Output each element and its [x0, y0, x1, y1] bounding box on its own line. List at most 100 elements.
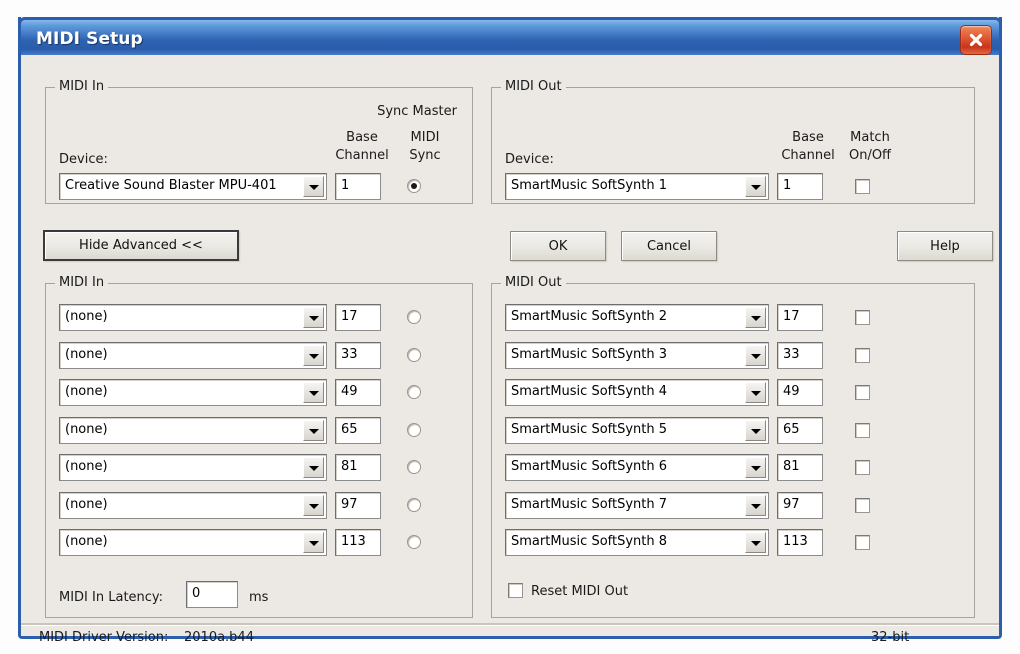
midi-out-match-checkbox-5[interactable] — [855, 460, 870, 475]
midi-out-match-checkbox-1[interactable] — [855, 310, 870, 325]
midi-out-match-checkbox[interactable] — [855, 179, 870, 194]
chevron-down-icon[interactable] — [745, 419, 766, 441]
midi-in-sync-radio-6[interactable] — [407, 497, 421, 512]
midi-in-device-combo-5[interactable]: (none) — [59, 454, 327, 481]
hide-advanced-button[interactable]: Hide Advanced << — [43, 230, 239, 261]
midi-out-device-value-1: SmartMusic SoftSynth 2 — [511, 309, 668, 324]
midi-out-device-combo-2[interactable]: SmartMusic SoftSynth 3 — [505, 341, 769, 369]
chevron-down-icon[interactable] — [303, 382, 324, 403]
chevron-down-icon[interactable] — [745, 176, 766, 197]
base-channel-header-out: Base Channel — [781, 130, 835, 163]
midi-in-sync-radio-3[interactable] — [407, 385, 421, 399]
midi-out-base-channel-input-4[interactable]: 65 — [777, 416, 823, 444]
device-label-out: Device: — [505, 152, 554, 167]
chevron-down-icon[interactable] — [303, 344, 324, 366]
midi-in-device-value-2: (none) — [65, 346, 108, 362]
midi-out-device-combo-5[interactable]: SmartMusic SoftSynth 6 — [505, 454, 769, 481]
sync-master-header: Sync Master — [377, 104, 457, 119]
midi-out-match-checkbox-6[interactable] — [855, 497, 870, 513]
midi-out-device-value-5: SmartMusic SoftSynth 6 — [511, 459, 668, 474]
midi-out-device-combo-7[interactable]: SmartMusic SoftSynth 8 — [505, 529, 769, 556]
midi-in-base-channel-input-5[interactable]: 81 — [335, 454, 381, 481]
midi-in-device-combo[interactable]: Creative Sound Blaster MPU-401 — [59, 173, 327, 200]
midi-sync-header: MIDI Sync — [409, 130, 441, 163]
close-icon[interactable] — [960, 25, 992, 55]
midi-in-device-combo-7[interactable]: (none) — [59, 529, 327, 556]
midi-in-base-channel-input-4[interactable]: 65 — [335, 416, 381, 444]
midi-out-device-value-6: SmartMusic SoftSynth 7 — [511, 496, 668, 512]
chevron-down-icon[interactable] — [303, 457, 324, 478]
window-title: MIDI Setup — [36, 29, 143, 49]
midi-out-device-combo-6[interactable]: SmartMusic SoftSynth 7 — [505, 491, 769, 519]
ok-button[interactable]: OK — [510, 231, 606, 261]
midi-in-device-value-4: (none) — [65, 421, 108, 437]
midi-out-match-checkbox-2[interactable] — [855, 347, 870, 363]
midi-in-device-value-1: (none) — [65, 309, 108, 324]
midi-in-sync-radio-4[interactable] — [407, 422, 421, 437]
midi-in-sync-radio-2[interactable] — [407, 347, 421, 362]
midi-in-device-value-6: (none) — [65, 496, 108, 512]
device-label-in: Device: — [59, 152, 108, 167]
midi-out-base-channel-input-2[interactable]: 33 — [777, 341, 823, 369]
midi-in-device-combo-6[interactable]: (none) — [59, 491, 327, 519]
driver-version-value: 2010a.b44 — [184, 630, 254, 645]
group-label-midi-in-advanced: MIDI In — [55, 275, 109, 290]
architecture-label: 32-bit — [871, 630, 910, 645]
midi-out-match-checkbox-3[interactable] — [855, 385, 870, 400]
status-divider — [21, 623, 999, 626]
midi-out-device-combo-4[interactable]: SmartMusic SoftSynth 5 — [505, 416, 769, 444]
midi-in-latency-label: MIDI In Latency: — [59, 590, 164, 605]
chevron-down-icon[interactable] — [745, 344, 766, 366]
midi-in-latency-units: ms — [249, 590, 269, 605]
midi-out-device-value-4: SmartMusic SoftSynth 5 — [511, 421, 668, 437]
help-button[interactable]: Help — [897, 231, 993, 261]
chevron-down-icon[interactable] — [745, 307, 766, 328]
cancel-button[interactable]: Cancel — [621, 231, 717, 261]
midi-in-sync-radio-5[interactable] — [407, 460, 421, 474]
chevron-down-icon[interactable] — [745, 382, 766, 403]
chevron-down-icon[interactable] — [303, 307, 324, 328]
chevron-down-icon[interactable] — [303, 532, 324, 553]
midi-out-device-value-2: SmartMusic SoftSynth 3 — [511, 346, 668, 362]
midi-in-base-channel-input-7[interactable]: 113 — [335, 529, 381, 556]
midi-in-base-channel-input[interactable]: 1 — [335, 173, 381, 200]
midi-out-base-channel-input-5[interactable]: 81 — [777, 454, 823, 481]
midi-in-device-combo-1[interactable]: (none) — [59, 304, 327, 331]
midi-out-match-checkbox-7[interactable] — [855, 535, 870, 550]
midi-out-base-channel-input-3[interactable]: 49 — [777, 379, 823, 406]
midi-in-device-combo-4[interactable]: (none) — [59, 416, 327, 444]
chevron-down-icon[interactable] — [745, 494, 766, 516]
midi-out-match-checkbox-4[interactable] — [855, 422, 870, 438]
midi-in-base-channel-input-2[interactable]: 33 — [335, 341, 381, 369]
midi-in-sync-radio[interactable] — [407, 179, 421, 193]
midi-in-device-combo-2[interactable]: (none) — [59, 341, 327, 369]
chevron-down-icon[interactable] — [303, 176, 324, 197]
midi-in-sync-radio-7[interactable] — [407, 535, 421, 549]
chevron-down-icon[interactable] — [745, 532, 766, 553]
midi-in-sync-radio-1[interactable] — [407, 310, 421, 324]
midi-in-device-combo-3[interactable]: (none) — [59, 379, 327, 406]
group-label-midi-out-advanced: MIDI Out — [501, 275, 566, 290]
midi-out-base-channel-input-6[interactable]: 97 — [777, 491, 823, 519]
group-midi-in-advanced: MIDI In — [45, 275, 473, 618]
driver-version-label: MIDI Driver Version: — [39, 630, 169, 645]
reset-midi-out-checkbox[interactable] — [508, 583, 523, 598]
midi-in-latency-input[interactable]: 0 — [186, 581, 238, 608]
midi-out-device-combo-1[interactable]: SmartMusic SoftSynth 2 — [505, 304, 769, 331]
chevron-down-icon[interactable] — [303, 494, 324, 516]
midi-out-base-channel-input-1[interactable]: 17 — [777, 304, 823, 331]
midi-in-base-channel-input-6[interactable]: 97 — [335, 491, 381, 519]
midi-in-device-value-3: (none) — [65, 384, 108, 399]
midi-out-base-channel-input[interactable]: 1 — [777, 173, 823, 200]
midi-out-device-combo[interactable]: SmartMusic SoftSynth 1 — [505, 173, 769, 200]
midi-out-device-value-3: SmartMusic SoftSynth 4 — [511, 384, 668, 399]
midi-out-device-combo-3[interactable]: SmartMusic SoftSynth 4 — [505, 379, 769, 406]
midi-out-base-channel-input-7[interactable]: 113 — [777, 529, 823, 556]
midi-in-base-channel-input-3[interactable]: 49 — [335, 379, 381, 406]
chevron-down-icon[interactable] — [303, 419, 324, 441]
chevron-down-icon[interactable] — [745, 457, 766, 478]
match-onoff-header: Match On/Off — [848, 130, 892, 163]
midi-in-base-channel-input-1[interactable]: 17 — [335, 304, 381, 331]
title-bar: MIDI Setup — [18, 17, 1002, 58]
midi-in-device-value: Creative Sound Blaster MPU-401 — [65, 178, 277, 193]
